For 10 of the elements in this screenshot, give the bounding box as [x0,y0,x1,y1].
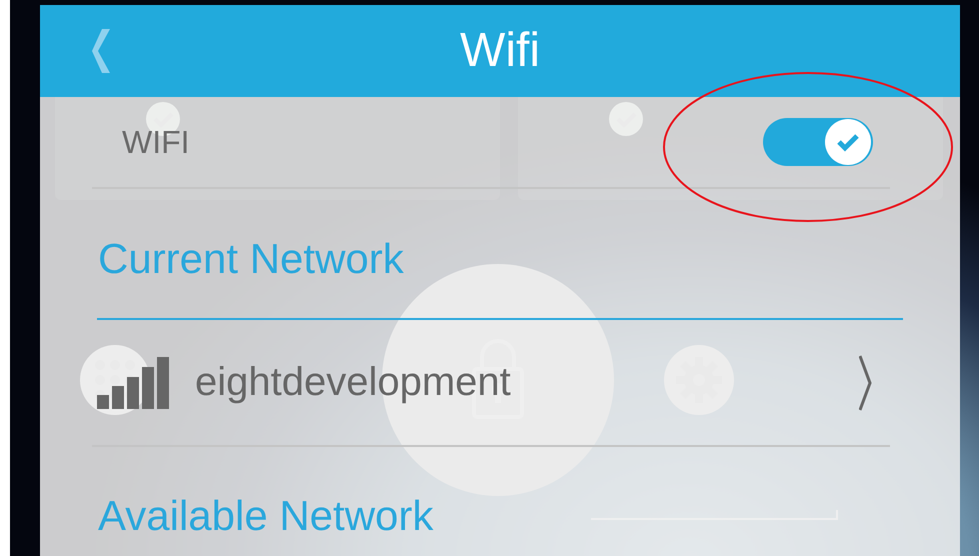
section-heading: Current Network [97,234,405,273]
dialog-title: Wifi [459,23,541,78]
chevron-icon [859,354,873,412]
wifi-label: WIFI [122,124,190,160]
signal-icon [97,356,169,408]
wifi-toggle[interactable] [763,118,873,166]
back-icon[interactable] [92,27,112,75]
network-name: eightdevelopment [195,360,512,405]
network-item[interactable]: eightdevelopment [92,320,903,445]
section-heading: Available Network [97,491,434,531]
